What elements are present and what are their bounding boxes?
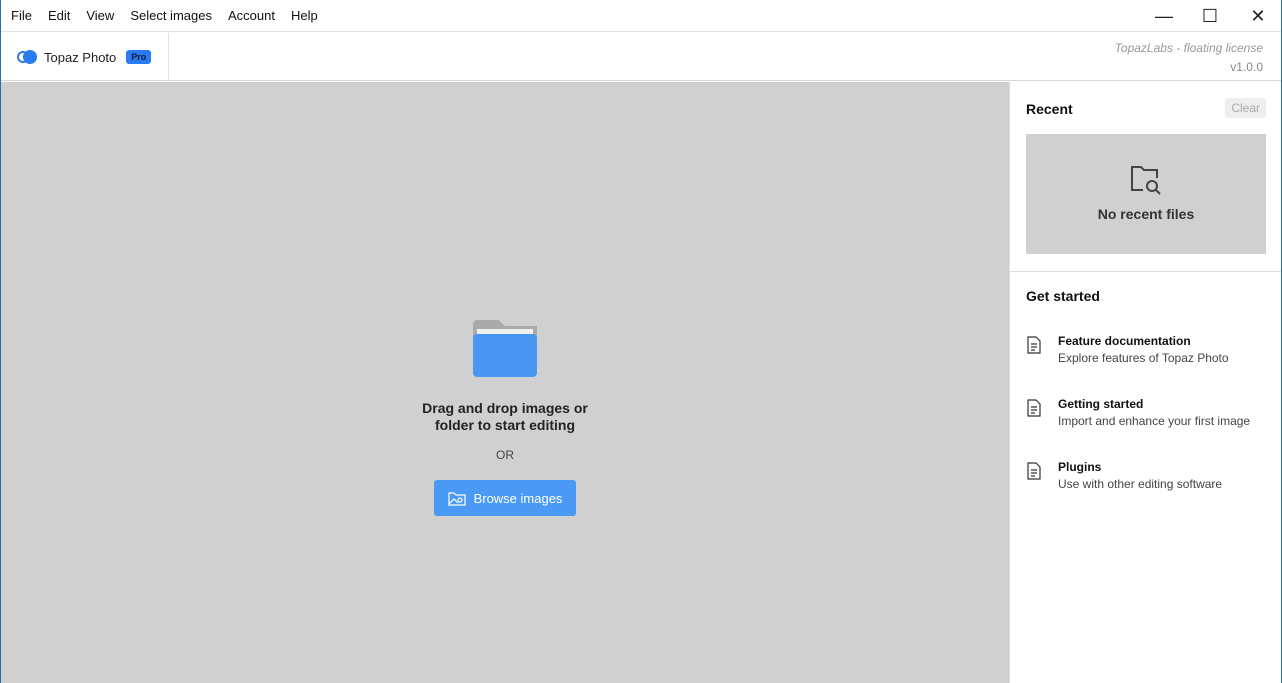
menu-account[interactable]: Account (222, 8, 281, 23)
menu-help[interactable]: Help (285, 8, 324, 23)
topaz-logo-icon (17, 50, 37, 64)
maximize-button[interactable]: ☐ (1187, 0, 1233, 32)
menu-file[interactable]: File (5, 8, 38, 23)
or-label: OR (496, 448, 514, 462)
link-description: Use with other editing software (1058, 477, 1223, 491)
divider (1010, 271, 1281, 272)
close-button[interactable]: ✕ (1235, 0, 1281, 32)
clear-button[interactable]: Clear (1225, 98, 1266, 118)
brand-name: Topaz Photo (44, 49, 117, 65)
drop-instructions: Drag and drop images or folder to start … (405, 400, 605, 434)
pro-badge: Pro (126, 50, 152, 64)
menu-view[interactable]: View (80, 8, 120, 23)
link-title: Getting started (1058, 397, 1144, 411)
drop-line-1: Drag and drop images or (422, 400, 588, 416)
version-text: v1.0.0 (1230, 60, 1263, 74)
link-description: Import and enhance your first image (1058, 414, 1251, 428)
get-started-title: Get started (1026, 288, 1100, 304)
drop-line-2: folder to start editing (435, 417, 575, 433)
link-title: Plugins (1058, 460, 1102, 474)
license-text: TopazLabs - floating license (1114, 41, 1263, 55)
recent-files-panel: No recent files (1026, 134, 1266, 254)
menu-select-images[interactable]: Select images (124, 8, 218, 23)
no-recent-files: No recent files (1097, 206, 1195, 222)
link-description: Explore features of Topaz Photo (1058, 351, 1229, 365)
minimize-button[interactable]: — (1141, 0, 1187, 32)
document-icon (1027, 399, 1041, 417)
image-folder-icon (447, 491, 466, 506)
drop-zone[interactable]: Drag and drop images or folder to start … (1, 82, 1009, 683)
link-title: Feature documentation (1058, 334, 1191, 348)
folder-search-icon (1131, 166, 1161, 195)
folder-icon (473, 320, 537, 378)
document-icon (1027, 462, 1041, 480)
menu-edit[interactable]: Edit (42, 8, 76, 23)
browse-images-label: Browse images (473, 490, 563, 506)
app-header: Topaz Photo Pro TopazLabs - floating lic… (1, 33, 1281, 81)
document-icon (1027, 336, 1041, 354)
browse-images-button[interactable]: Browse images (434, 480, 576, 516)
sidebar: Recent Clear No recent files Get started… (1009, 82, 1281, 683)
app-logo: Topaz Photo Pro (1, 33, 169, 81)
menu-bar: File Edit View Select images Account Hel… (1, 0, 1281, 32)
recent-title: Recent (1026, 101, 1073, 117)
